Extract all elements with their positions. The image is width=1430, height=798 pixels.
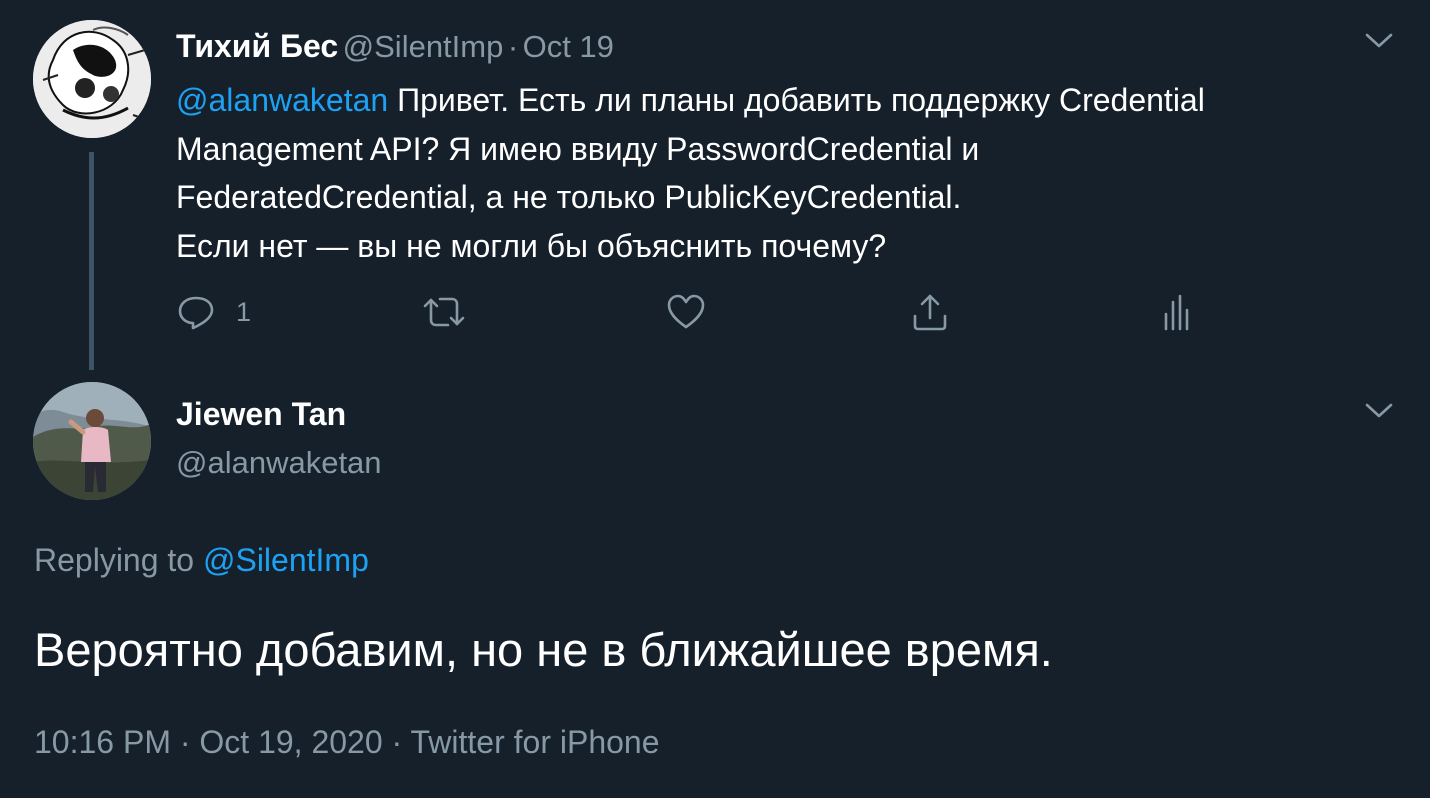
analytics-icon (1164, 294, 1189, 331)
chevron-down-icon[interactable] (1364, 32, 1394, 50)
analytics-button[interactable] (1156, 290, 1196, 334)
reply-count: 1 (236, 296, 252, 327)
replying-handle-link[interactable]: @SilentImp (203, 542, 369, 578)
tweet-date[interactable]: Oct 19 (523, 29, 614, 64)
avatar-illustration (33, 20, 151, 138)
thread-connector-line (89, 152, 94, 370)
main-tweet-text: Вероятно добавим, но не в ближайшее врем… (34, 623, 1053, 676)
author-handle[interactable]: @SilentImp (343, 29, 504, 64)
text-line-1: Привет. Есть ли планы добавить поддержку… (388, 82, 1205, 118)
tweet-source[interactable]: Twitter for iPhone (411, 724, 660, 760)
meta-separator: · (179, 724, 191, 760)
text-line-4: Если нет — вы не могли бы объяснить поче… (176, 227, 887, 264)
reply-button[interactable]: 1 (176, 290, 251, 334)
meta-separator: · (391, 724, 403, 760)
replying-prefix: Replying to (34, 542, 203, 578)
tweet-full-date[interactable]: Oct 19, 2020 (199, 724, 382, 760)
avatar-photo (33, 382, 151, 500)
replying-to-line: Replying to @SilentImp (34, 538, 369, 582)
tweet-metadata: 10:16 PM · Oct 19, 2020 · Twitter for iP… (34, 720, 660, 764)
avatar[interactable] (33, 382, 151, 500)
mention-link[interactable]: @alanwaketan (176, 82, 388, 118)
share-button[interactable] (910, 290, 950, 334)
parent-tweet-text: @alanwaketan Привет. Есть ли планы добав… (176, 76, 1376, 270)
text-line-3: FederatedCredential, а не только PublicK… (176, 179, 962, 215)
retweet-icon (423, 297, 465, 327)
text-line-2: Management API? Я имею ввиду PasswordCre… (176, 130, 980, 167)
like-icon (667, 294, 705, 329)
author-handle[interactable]: @alanwaketan (176, 441, 382, 485)
retweet-button[interactable] (422, 290, 466, 334)
author-name[interactable]: Jiewen Tan (176, 392, 346, 436)
tweet-time[interactable]: 10:16 PM (34, 724, 171, 760)
share-icon (913, 294, 947, 331)
avatar[interactable] (33, 20, 151, 138)
reply-icon (178, 296, 214, 330)
author-name[interactable]: Тихий Бес (176, 28, 338, 64)
header-separator: · (507, 29, 519, 64)
like-button[interactable] (666, 290, 706, 334)
chevron-down-icon[interactable] (1364, 402, 1394, 420)
parent-tweet-header: Тихий Бес @SilentImp · Oct 19 (176, 24, 614, 75)
